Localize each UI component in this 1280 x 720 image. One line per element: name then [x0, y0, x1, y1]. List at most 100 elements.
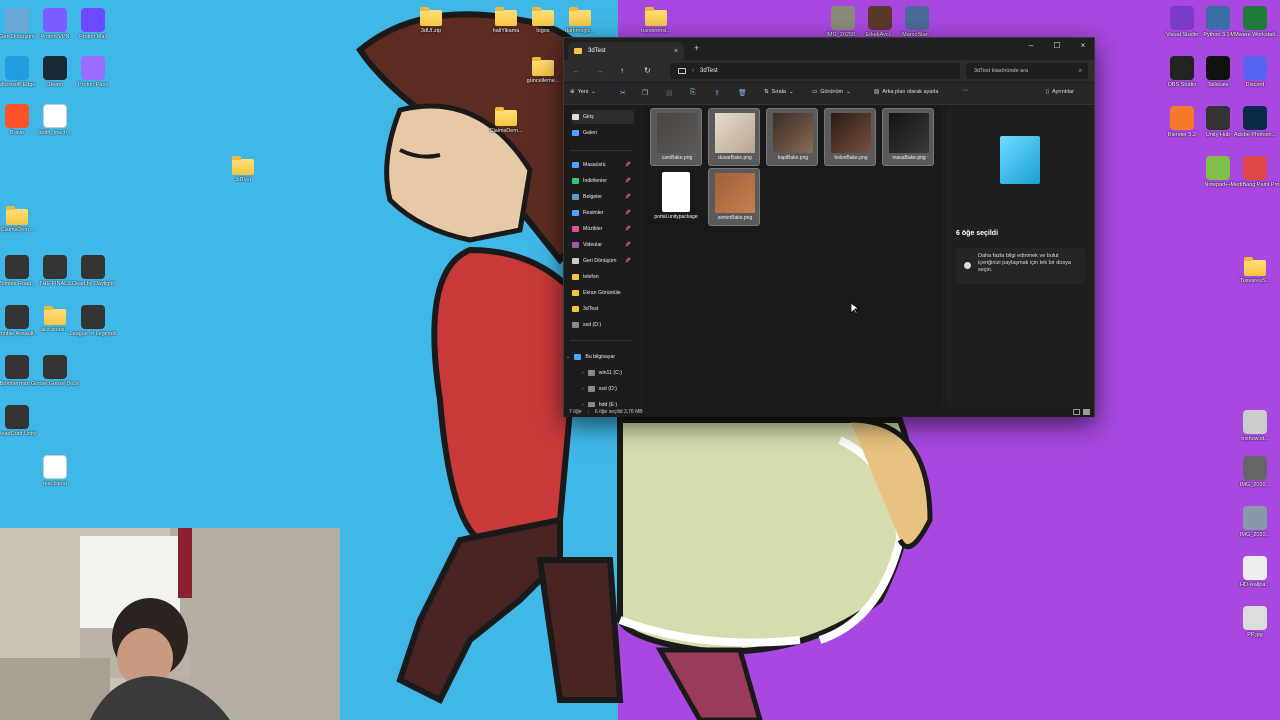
up-arrow-icon[interactable]: ↑	[620, 66, 624, 75]
desktop-icon[interactable]: Dead by Daylight	[72, 255, 114, 288]
desktop-icon[interactable]: 3dUI.zip	[411, 6, 451, 35]
desktop-icon[interactable]: HD-wallpa...	[1235, 556, 1275, 589]
file-item[interactable]: zeminBake.png	[708, 168, 760, 226]
desktop-icon[interactable]: Microsoft Edge	[0, 56, 37, 89]
minimize-button[interactable]: –	[1020, 41, 1042, 50]
desktop-icon[interactable]: THE FINALS	[35, 255, 75, 288]
file-item[interactable]: kolonBake.png	[824, 108, 876, 166]
desktop-icon[interactable]: ErkekAvci...	[860, 6, 900, 39]
file-item[interactable]: camBake.png	[650, 108, 702, 166]
desktop-icon[interactable]: IMG_20250...	[823, 6, 863, 39]
desktop-icon[interactable]: test.blend	[35, 455, 75, 488]
desktop-icon[interactable]: ClaimsDem...	[0, 205, 37, 234]
file-item[interactable]: kapiBake.png	[766, 108, 818, 166]
rename-icon[interactable]: ⎘	[690, 89, 696, 97]
file-item[interactable]: portal.unitypackage	[650, 168, 702, 226]
desktop-icon[interactable]: ClaimsDem...	[486, 106, 526, 135]
desktop-icon[interactable]: IMG_2020...	[1235, 506, 1275, 539]
desktop-icon[interactable]: trishow.st...	[1235, 410, 1275, 443]
desktop-icon[interactable]: IMG_2020...	[1235, 456, 1275, 489]
desktop-icon[interactable]: OBS Studio	[1162, 56, 1202, 89]
address-bar[interactable]: › 3dTest	[670, 63, 960, 79]
sidebar-item[interactable]: Geri Dönüşüm 📌	[572, 254, 634, 268]
desktop-icon[interactable]: Visual Studio	[1162, 6, 1202, 39]
paste-icon[interactable]: ▤	[666, 89, 673, 97]
sidebar-item[interactable]: Ekran Görüntüle	[572, 286, 634, 300]
desktop-icon[interactable]: TusvaresS...	[1235, 256, 1275, 285]
app-icon	[1243, 606, 1267, 630]
sidebar-item[interactable]: ⌄ Bu bilgisayar	[566, 350, 628, 364]
desktop-icon[interactable]: League of Legends	[69, 305, 117, 338]
desktop-icon-label: IMG_2020...	[1239, 532, 1271, 538]
tiles-view-icon[interactable]	[1083, 409, 1090, 415]
desktop-icon[interactable]: logos	[523, 6, 563, 35]
desktop-icon[interactable]: tusvarensi...	[636, 6, 676, 35]
sidebar-item[interactable]: 3dTest	[572, 302, 634, 316]
sidebar-item[interactable]: Müzikler 📌	[572, 222, 634, 236]
file-item[interactable]: duvarBake.png	[708, 108, 760, 166]
desktop-icon[interactable]: Proton Pass	[73, 56, 113, 89]
desktop-icon[interactable]: Unity Hub	[1198, 106, 1238, 139]
sidebar-item[interactable]: Masaüstü 📌	[572, 158, 634, 172]
desktop-icon[interactable]: Adobe Photosh...	[1234, 106, 1276, 139]
desktop-icon[interactable]: Zombie Road...	[0, 255, 37, 288]
details-button[interactable]: ▯ Ayrıntılar	[1046, 89, 1074, 95]
desktop-icon[interactable]: MediBang Paint Pro	[1231, 156, 1279, 189]
close-window-button[interactable]: ×	[1072, 41, 1094, 50]
tab-3dtest[interactable]: 3dTest ×	[568, 42, 684, 60]
desktop-icon[interactable]: darkmagic...	[560, 6, 600, 35]
forward-arrow-icon[interactable]: →	[596, 66, 604, 75]
desktop-icon[interactable]: Steam	[35, 56, 75, 89]
desktop-icon[interactable]: Geri Dönüşüm	[0, 8, 37, 41]
sidebar-item[interactable]: › win11 (C:)	[582, 366, 636, 380]
desktop-icon[interactable]: abtlfr_mech...	[35, 104, 75, 137]
sidebar-item[interactable]: Resimler 📌	[572, 206, 634, 220]
desktop-icon[interactable]: Proton Mail	[73, 8, 113, 41]
desktop-icon[interactable]: aks.anasi...	[35, 305, 75, 334]
desktop-icon[interactable]: güncelleme...	[523, 56, 563, 85]
folder-icon	[1244, 257, 1266, 276]
copy-icon[interactable]: ❐	[642, 89, 648, 97]
delete-icon[interactable]: 🗑	[738, 89, 747, 97]
desktop-icon[interactable]: DeadCraft Unity	[0, 405, 37, 438]
view-button[interactable]: ▭ Görünüm ⌄	[812, 89, 851, 95]
desktop-icon[interactable]: Tailscale	[1198, 56, 1238, 89]
sidebar-item[interactable]: › ssd (D:)	[582, 382, 636, 396]
sidebar-item[interactable]: Belgeler 📌	[572, 190, 634, 204]
details-view-icon[interactable]	[1073, 409, 1080, 415]
sidebar-item[interactable]: telefon	[572, 270, 634, 284]
share-icon[interactable]: ⇪	[714, 89, 720, 97]
maximize-button[interactable]: ☐	[1046, 41, 1068, 50]
close-tab-icon[interactable]: ×	[674, 48, 678, 55]
desktop-icon[interactable]: Brave	[0, 104, 37, 137]
desktop-icon[interactable]: 3dTest	[223, 155, 263, 184]
desktop-icon[interactable]: Proton VPN	[35, 8, 75, 41]
cut-icon[interactable]: ✂	[620, 89, 626, 97]
desktop-icon[interactable]: haliYikama	[486, 6, 526, 35]
desktop-icon[interactable]: Blender 5.2	[1162, 106, 1202, 139]
refresh-icon[interactable]: ↻	[644, 66, 651, 75]
file-item[interactable]: masaBake.png	[882, 108, 934, 166]
desktop-icon[interactable]: Discord	[1235, 56, 1275, 89]
chevron-right-icon[interactable]: ›	[582, 370, 584, 376]
sidebar-item[interactable]: Giriş	[572, 110, 634, 124]
desktop-icon[interactable]: VMware Workstati...	[1230, 6, 1280, 39]
set-background-button[interactable]: ▨ Arka plan olarak ayarla	[874, 89, 938, 95]
desktop-icon[interactable]: Goose Goose Duck	[31, 355, 79, 388]
back-arrow-icon[interactable]: ←	[572, 66, 580, 75]
desktop-icon[interactable]: Zombie Assault...	[0, 305, 38, 338]
new-button[interactable]: ⊕ Yeni ⌄	[570, 89, 596, 95]
sidebar-item[interactable]: ssd (D:)	[572, 318, 634, 332]
chevron-right-icon[interactable]: ›	[582, 386, 584, 392]
more-options-button[interactable]: ···	[962, 87, 969, 94]
sidebar-item[interactable]: Videolar 📌	[572, 238, 634, 252]
new-tab-button[interactable]: +	[694, 43, 699, 53]
desktop-icon[interactable]: PP.jpg	[1235, 606, 1275, 639]
chevron-down-icon[interactable]: ⌄	[566, 354, 570, 360]
desktop-icon[interactable]: MarcoStar...	[897, 6, 937, 39]
sidebar-item[interactable]: Galeri	[572, 126, 634, 140]
sidebar-item[interactable]: İndirilenler 📌	[572, 174, 634, 188]
sort-button[interactable]: ⇅ Sırala ⌄	[764, 89, 794, 95]
folder-icon	[6, 206, 28, 225]
search-input[interactable]: 3dTest klasöründe ara ⌕	[966, 63, 1088, 79]
